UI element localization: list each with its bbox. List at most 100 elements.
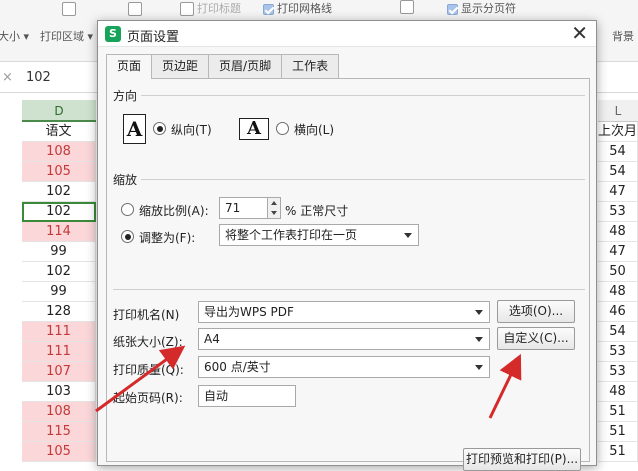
landscape-page-icon: A — [239, 118, 269, 140]
dialog-titlebar: S 页面设置 ✕ — [98, 21, 596, 47]
printer-name-value: 导出为WPS PDF — [204, 305, 294, 319]
ribbon-print-area-label: 打印区域 — [40, 30, 84, 43]
portrait-radio[interactable] — [153, 122, 166, 135]
dropdown-caret-icon — [475, 337, 483, 342]
print-preview-button[interactable]: 打印预览和打印(P)... — [463, 448, 581, 471]
table-cell[interactable]: 99 — [22, 282, 96, 302]
table-cell[interactable]: 115 — [22, 422, 96, 442]
close-icon[interactable]: ✕ — [571, 22, 588, 44]
table-cell[interactable]: 111 — [22, 322, 96, 342]
scale-percent-suffix: % 正常尺寸 — [285, 204, 349, 218]
table-cell[interactable]: 46 — [598, 302, 638, 322]
column-d-header-cell[interactable]: 语文 — [22, 122, 96, 142]
table-cell[interactable]: 111 — [22, 342, 96, 362]
column-l-cells: 上次月 54 54 47 53 48 47 50 48 46 54 53 53 48 51 51 51 — [598, 122, 638, 462]
print-quality-label: 打印质量(Q): — [113, 363, 184, 377]
table-cell[interactable]: 53 — [598, 202, 638, 222]
fit-to-label: 调整为(F): — [139, 231, 196, 245]
first-page-number-input[interactable]: 自动 — [198, 385, 296, 407]
fit-to-value: 将整个工作表打印在一页 — [225, 228, 358, 242]
table-cell[interactable]: 114 — [22, 222, 96, 242]
dropdown-caret-icon — [404, 233, 412, 238]
table-cell[interactable]: 99 — [22, 242, 96, 262]
tab-header-footer[interactable]: 页眉/页脚 — [208, 54, 283, 78]
table-cell[interactable]: 128 — [22, 302, 96, 322]
portrait-label: 纵向(T) — [171, 123, 212, 137]
printer-name-label: 打印机名(N) — [113, 308, 180, 322]
ribbon-print-titles-label: 打印标题 — [197, 2, 241, 15]
ribbon-print-area-button[interactable]: 打印区域 ▾ — [40, 28, 93, 44]
scale-percent-input[interactable]: 71 — [219, 197, 269, 219]
table-cell[interactable]: 107 — [22, 362, 96, 382]
table-cell[interactable]: 48 — [598, 382, 638, 402]
checkbox-icon — [263, 3, 274, 15]
dropdown-caret-icon — [475, 365, 483, 370]
spinner-icon[interactable] — [267, 197, 281, 219]
table-cell[interactable]: 50 — [598, 262, 638, 282]
table-cell[interactable]: 54 — [598, 142, 638, 162]
column-d-cells: 语文 108 105 102 102 114 99 102 99 128 111 111 107 103 1… — [22, 122, 96, 462]
column-l-header-cell[interactable]: 上次月 — [598, 122, 638, 142]
tab-sheet[interactable]: 工作表 — [281, 54, 340, 78]
ribbon-print-gridlines-label: 打印网格线 — [277, 2, 332, 15]
table-cell[interactable]: 105 — [22, 442, 96, 462]
table-cell[interactable]: 105 — [22, 162, 96, 182]
paper-size-value: A4 — [204, 332, 220, 346]
ribbon-print-gridlines-checkbox[interactable]: 打印网格线 — [263, 0, 332, 16]
table-cell[interactable]: 102 — [22, 262, 96, 282]
table-cell[interactable]: 108 — [22, 402, 96, 422]
section-divider — [113, 289, 585, 290]
dropdown-caret-icon — [475, 310, 483, 315]
column-header-d[interactable]: D — [22, 100, 96, 122]
scaling-section-label: 缩放 — [113, 173, 138, 187]
formula-value[interactable]: 102 — [26, 70, 51, 85]
orientation-section-label: 方向 — [113, 89, 138, 103]
section-divider — [141, 95, 585, 96]
ribbon-paper-size-label: 大小 — [0, 30, 20, 43]
table-cell[interactable]: 48 — [598, 282, 638, 302]
table-cell[interactable]: 48 — [598, 222, 638, 242]
fit-to-radio[interactable] — [121, 230, 134, 243]
table-cell[interactable]: 53 — [598, 342, 638, 362]
print-quality-value: 600 点/英寸 — [204, 360, 271, 374]
close-icon[interactable]: × — [2, 70, 13, 85]
table-cell[interactable]: 47 — [598, 182, 638, 202]
page-tab-panel: 方向 A 纵向(T) A 横向(L) 缩放 缩放比例(A): 71 % 正常尺寸… — [106, 78, 590, 471]
page-setup-dialog: S 页面设置 ✕ 页面 页边距 页眉/页脚 工作表 方向 A 纵向(T) A 横… — [97, 20, 597, 471]
ribbon-show-page-breaks-checkbox[interactable]: 显示分页符 — [447, 0, 516, 16]
print-quality-select[interactable]: 600 点/英寸 — [198, 356, 490, 378]
wps-app-icon: S — [105, 26, 121, 42]
ribbon-paper-size-button[interactable]: 大小 ▾ — [0, 28, 29, 44]
first-page-number-label: 起始页码(R): — [113, 391, 183, 405]
table-cell[interactable]: 108 — [22, 142, 96, 162]
tab-margins[interactable]: 页边距 — [151, 54, 210, 78]
portrait-page-icon: A — [123, 114, 146, 144]
table-cell[interactable]: 47 — [598, 242, 638, 262]
table-cell[interactable]: 54 — [598, 322, 638, 342]
table-cell[interactable]: 54 — [598, 162, 638, 182]
table-cell[interactable]: 51 — [598, 402, 638, 422]
page-icon — [128, 2, 145, 16]
ribbon-background-button[interactable]: 背景 — [612, 28, 634, 44]
fit-to-select[interactable]: 将整个工作表打印在一页 — [219, 224, 419, 246]
table-cell[interactable]: 102 — [22, 182, 96, 202]
paper-size-select[interactable]: A4 — [198, 328, 490, 350]
table-cell[interactable]: 51 — [598, 422, 638, 442]
table-cell[interactable]: 53 — [598, 362, 638, 382]
scale-percent-radio[interactable] — [121, 203, 134, 216]
printer-name-select[interactable]: 导出为WPS PDF — [198, 301, 490, 323]
column-header-l[interactable]: L — [598, 100, 638, 122]
table-cell[interactable]: 103 — [22, 382, 96, 402]
options-button[interactable]: 选项(O)... — [497, 300, 575, 323]
page-break-icon — [400, 0, 417, 14]
custom-size-button[interactable]: 自定义(C)... — [497, 327, 575, 350]
print-area-icon — [62, 2, 79, 16]
table-cell[interactable]: 51 — [598, 442, 638, 462]
tab-page[interactable]: 页面 — [106, 54, 153, 79]
ribbon-print-titles-button[interactable]: 打印标题 — [180, 0, 241, 16]
landscape-radio[interactable] — [276, 122, 289, 135]
checkbox-icon — [447, 3, 458, 15]
table-cell[interactable]: 102 — [22, 202, 96, 222]
section-divider — [141, 179, 585, 180]
dialog-title: 页面设置 — [127, 30, 180, 45]
